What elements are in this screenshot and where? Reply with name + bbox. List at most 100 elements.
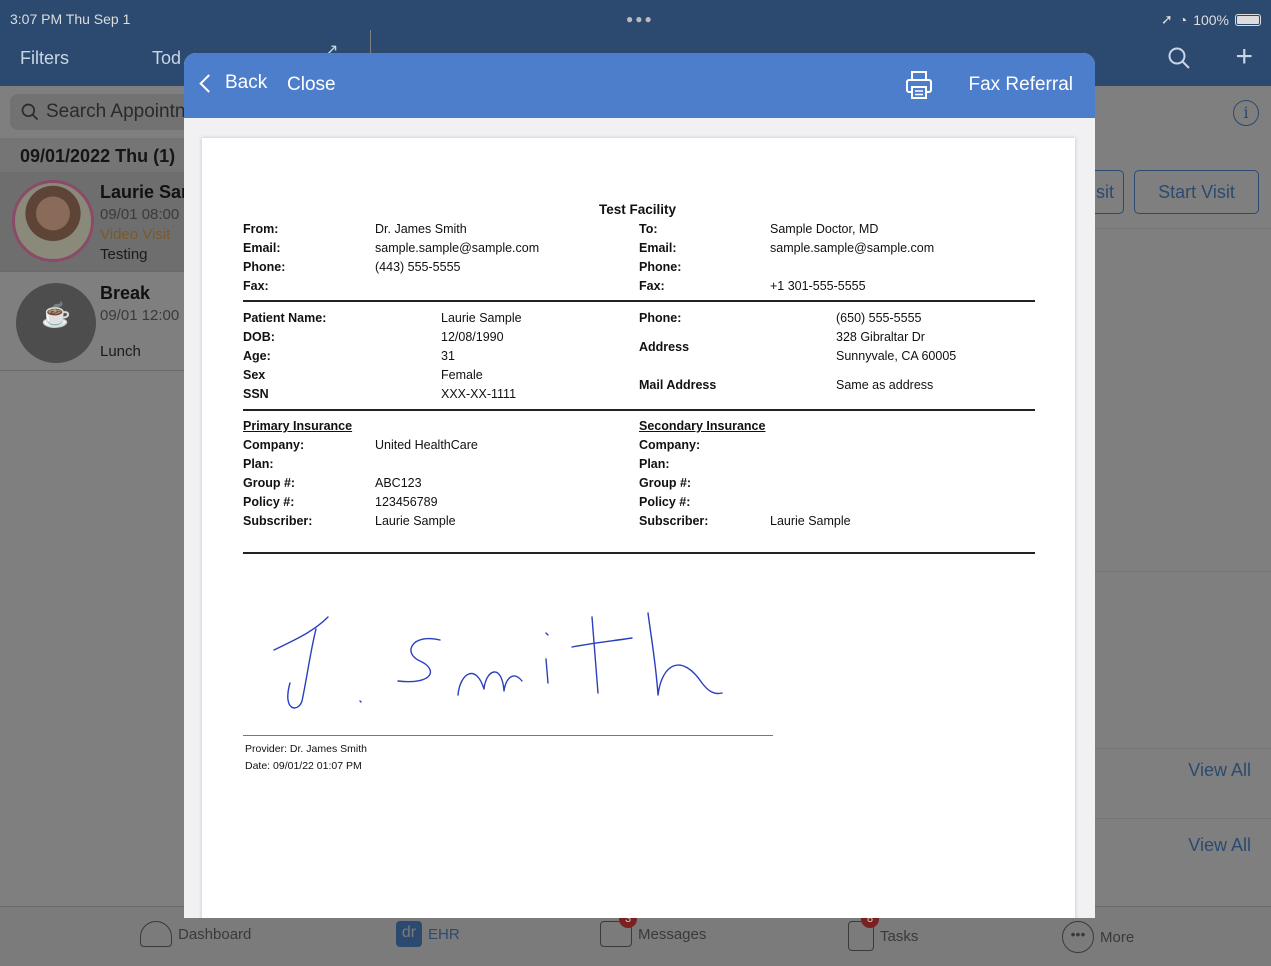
divider — [1091, 818, 1271, 819]
info-icon[interactable]: i — [1233, 100, 1259, 126]
primary-subscriber-label: Subscriber: — [243, 514, 313, 528]
multitasking-dots-icon[interactable]: ●●● — [626, 12, 654, 26]
from-email-value: sample.sample@sample.com — [375, 241, 540, 255]
sex-label: Sex — [243, 368, 266, 382]
from-email-label: Email: — [243, 241, 281, 255]
to-phone-label: Phone: — [639, 260, 682, 274]
referral-document: Test Facility From: Dr. James Smith Emai… — [202, 138, 1075, 918]
ssn-value: XXX-XX-1111 — [441, 387, 517, 401]
to-value: Sample Doctor, MD — [770, 222, 879, 236]
from-phone-value: (443) 555-5555 — [375, 260, 461, 274]
mail-address-label: Mail Address — [639, 378, 717, 392]
age-label: Age: — [243, 349, 271, 363]
status-right: ➚ ◔ 100% — [1161, 11, 1261, 28]
patient-phone-label: Phone: — [639, 311, 682, 325]
secondary-company-label: Company: — [639, 438, 701, 452]
from-value: Dr. James Smith — [375, 222, 467, 236]
primary-plan-label: Plan: — [243, 457, 274, 471]
patient-name-label: Patient Name: — [243, 311, 327, 325]
secondary-group-label: Group #: — [639, 476, 692, 490]
tab-more[interactable]: ••• More — [1062, 921, 1134, 953]
from-label: From: — [243, 222, 279, 236]
divider — [1091, 748, 1271, 749]
section-divider — [243, 552, 1035, 554]
secondary-subscriber-label: Subscriber: — [639, 514, 709, 528]
age-value: 31 — [441, 349, 455, 363]
referral-modal: Back Close Fax Referral Test Facility Fr… — [184, 53, 1095, 918]
view-all-link[interactable]: View All — [1188, 760, 1251, 781]
tab-dashboard[interactable]: Dashboard — [140, 921, 251, 947]
tab-label: Dashboard — [178, 925, 252, 943]
dob-value: 12/08/1990 — [441, 330, 504, 344]
patient-name-value: Laurie Sample — [441, 311, 522, 325]
location-icon: ➚ — [1160, 11, 1173, 27]
section-divider — [243, 409, 1035, 411]
appointment-time: 09/01 08:00 — [100, 206, 180, 223]
chevron-left-icon — [199, 73, 218, 93]
section-divider — [243, 300, 1035, 302]
primary-policy-label: Policy #: — [243, 495, 295, 509]
search-icon[interactable] — [1167, 46, 1191, 75]
from-fax-label: Fax: — [243, 279, 269, 293]
tab-label: More — [1100, 928, 1135, 946]
envelope-icon: 3 — [600, 910, 637, 947]
printer-icon[interactable] — [904, 70, 934, 100]
fax-referral-button[interactable]: Fax Referral — [968, 74, 1073, 96]
sex-value: Female — [441, 368, 483, 382]
tab-label: Messages — [638, 925, 707, 943]
primary-subscriber-value: Laurie Sample — [375, 514, 456, 528]
search-field-icon — [21, 103, 39, 121]
appointment-name: Break — [100, 283, 151, 303]
start-visit-button[interactable]: Start Visit — [1134, 170, 1259, 214]
address-label: Address — [639, 340, 690, 354]
divider — [1091, 571, 1271, 572]
tab-ehr[interactable]: dr EHR — [396, 921, 460, 947]
ssn-label: SSN — [243, 387, 269, 401]
close-button[interactable]: Close — [287, 74, 336, 96]
wifi-icon: ◔ — [1178, 11, 1188, 28]
battery-percent: 100% — [1193, 11, 1229, 28]
view-all-link[interactable]: View All — [1188, 835, 1251, 856]
back-label: Back — [225, 72, 268, 93]
to-fax-value: +1 301-555-5555 — [770, 279, 866, 293]
primary-insurance-title: Primary Insurance — [243, 419, 353, 433]
to-label: To: — [639, 222, 658, 236]
filters-button[interactable]: Filters — [20, 48, 69, 69]
tab-tasks[interactable]: 8 Tasks — [848, 910, 919, 951]
divider — [1091, 228, 1271, 229]
tab-label: EHR — [428, 925, 460, 943]
coffee-cup-icon: ☕ — [16, 283, 96, 363]
from-phone-label: Phone: — [243, 260, 286, 274]
speedometer-icon — [140, 921, 172, 947]
handwritten-signature — [273, 612, 723, 709]
primary-policy-value: 123456789 — [375, 495, 438, 509]
appointment-time: 09/01 12:00 — [100, 307, 180, 324]
back-button[interactable]: Back — [198, 72, 267, 94]
add-icon[interactable]: + — [1235, 40, 1253, 74]
address-line1: 328 Gibraltar Dr — [836, 330, 925, 344]
appointment-type: Video Visit — [100, 226, 171, 243]
patient-phone-value: (650) 555-5555 — [836, 311, 922, 325]
status-time: 3:07 PM Thu Sep 1 — [10, 11, 131, 27]
today-button[interactable]: Tod — [152, 48, 181, 69]
secondary-plan-label: Plan: — [639, 457, 670, 471]
primary-company-value: United HealthCare — [375, 438, 478, 452]
search-placeholder: Search Appointn — [46, 101, 186, 122]
primary-company-label: Company: — [243, 438, 305, 452]
mail-address-value: Same as address — [836, 378, 934, 392]
secondary-policy-label: Policy #: — [639, 495, 691, 509]
to-fax-label: Fax: — [639, 279, 665, 293]
to-email-label: Email: — [639, 241, 677, 255]
modal-toolbar: Back Close Fax Referral — [184, 53, 1095, 118]
primary-group-value: ABC123 — [375, 476, 422, 490]
address-line2: Sunnyvale, CA 60005 — [836, 349, 957, 363]
tab-messages[interactable]: 3 Messages — [600, 910, 707, 947]
ehr-icon: dr — [396, 921, 422, 947]
appointment-note: Testing — [100, 246, 148, 263]
secondary-subscriber-value: Laurie Sample — [770, 514, 851, 528]
dob-label: DOB: — [243, 330, 275, 344]
to-email-value: sample.sample@sample.com — [770, 241, 935, 255]
tab-label: Tasks — [880, 927, 919, 945]
appointment-note: Lunch — [100, 343, 141, 360]
battery-icon — [1235, 13, 1261, 26]
